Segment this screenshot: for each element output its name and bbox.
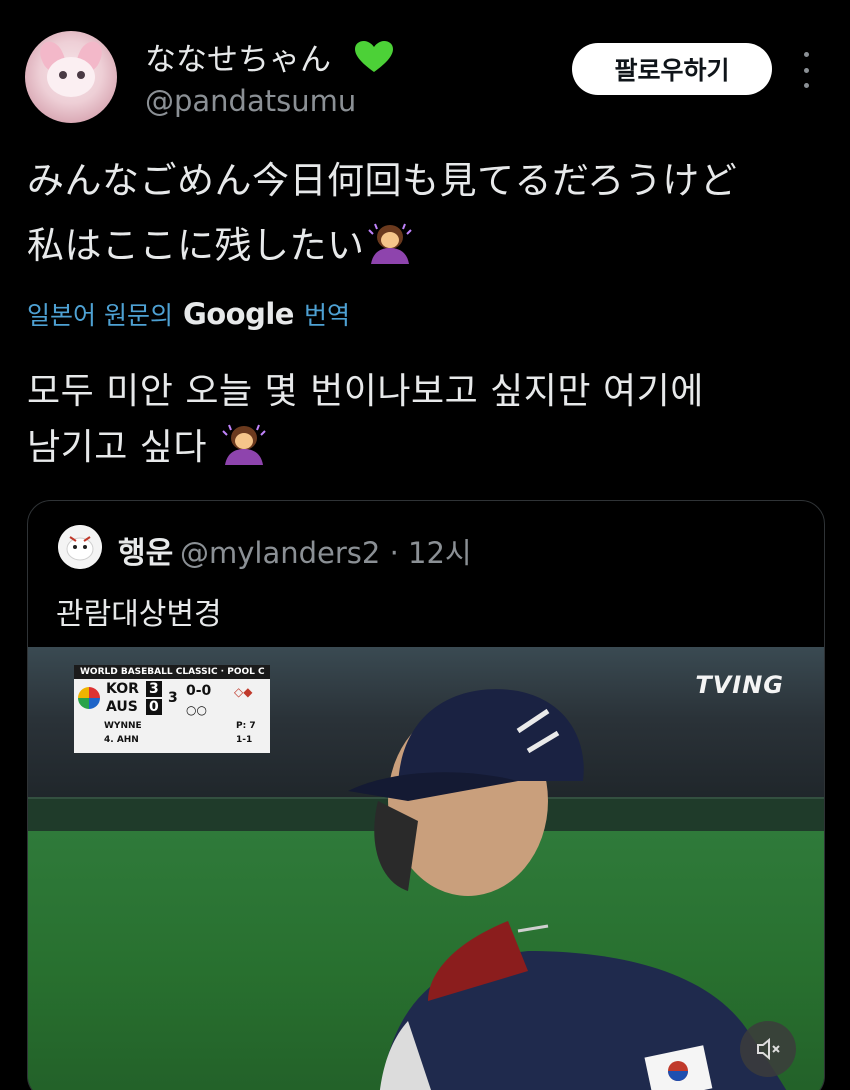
scorebug-score2: 0 [146,699,162,715]
quoted-author-avatar[interactable] [58,525,102,569]
translation-source-label[interactable]: 일본어 원문의 [27,296,173,332]
quoted-author-handle-time[interactable]: @mylanders2 · 12시 [180,530,472,572]
follow-button[interactable]: 팔로우하기 [572,43,772,95]
tweet-text-line-1: みんなごめん今日何回も見てるだろうけど [27,159,738,202]
avatar-face [47,57,95,97]
quoted-tweet-card[interactable]: 행운 @mylanders2 · 12시 관람대상변경 WORLD BASEBA… [27,500,825,1090]
woman-bowing-emoji [222,424,266,465]
quoted-video[interactable]: WORLD BASEBALL CLASSIC · POOL C KOR 3 AU… [28,647,824,1090]
scorebug-batter: 4. AHN [104,735,139,745]
quoted-author-name[interactable]: 행운 [118,528,173,572]
quoted-avatar-image [58,525,102,569]
scorebug-pitcher: WYNNE [104,721,142,731]
translation-attribution[interactable]: 일본어 원문의 Google 번역 [27,296,350,332]
more-dot [803,83,809,88]
woman-bowing-emoji [367,223,412,264]
scorebug-team2: AUS [106,699,138,715]
scorebug-outs-icon: ○○ [186,703,207,717]
scorebug-count: 0-0 [186,683,212,699]
author-avatar[interactable] [25,31,117,123]
wbc-logo-icon [78,687,100,709]
more-dot [803,52,809,57]
avatar-eye [59,71,67,79]
author-display-name[interactable]: ななせちゃん [145,34,331,79]
scorebug-team1: KOR [106,681,139,697]
more-dot [803,67,809,73]
scorebug-pitch-count: P: 7 [236,721,256,731]
translated-text: 남기고 싶다 [27,427,208,468]
green-heart-icon [355,41,393,72]
translation-action[interactable]: 번역 [304,296,350,332]
tweet-text: 私はここに残したい [27,224,365,267]
scorebug-header: WORLD BASEBALL CLASSIC · POOL C [74,665,270,679]
player-figure [348,689,787,1090]
avatar-eye [77,71,85,79]
tweet-text-line-2: 私はここに残したい [27,215,415,269]
scorebug-inning: 3 [168,690,178,706]
more-icon[interactable] [796,52,816,88]
translated-text-line-2: 남기고 싶다 [27,418,269,470]
scorebug-batter-stat: 1-1 [236,735,253,745]
google-logo: Google [182,297,295,331]
scorebug: WORLD BASEBALL CLASSIC · POOL C KOR 3 AU… [74,665,270,753]
mute-button[interactable] [740,1021,796,1077]
quoted-tweet-text: 관람대상변경 [56,597,222,632]
translated-text-line-1: 모두 미안 오늘 몇 번이나보고 싶지만 여기에 [27,371,704,412]
scorebug-bases-icon: ◇◆ [234,685,253,699]
mute-icon [757,1037,780,1061]
scorebug-score1: 3 [146,681,162,697]
author-handle[interactable]: @pandatsumu [145,84,356,118]
